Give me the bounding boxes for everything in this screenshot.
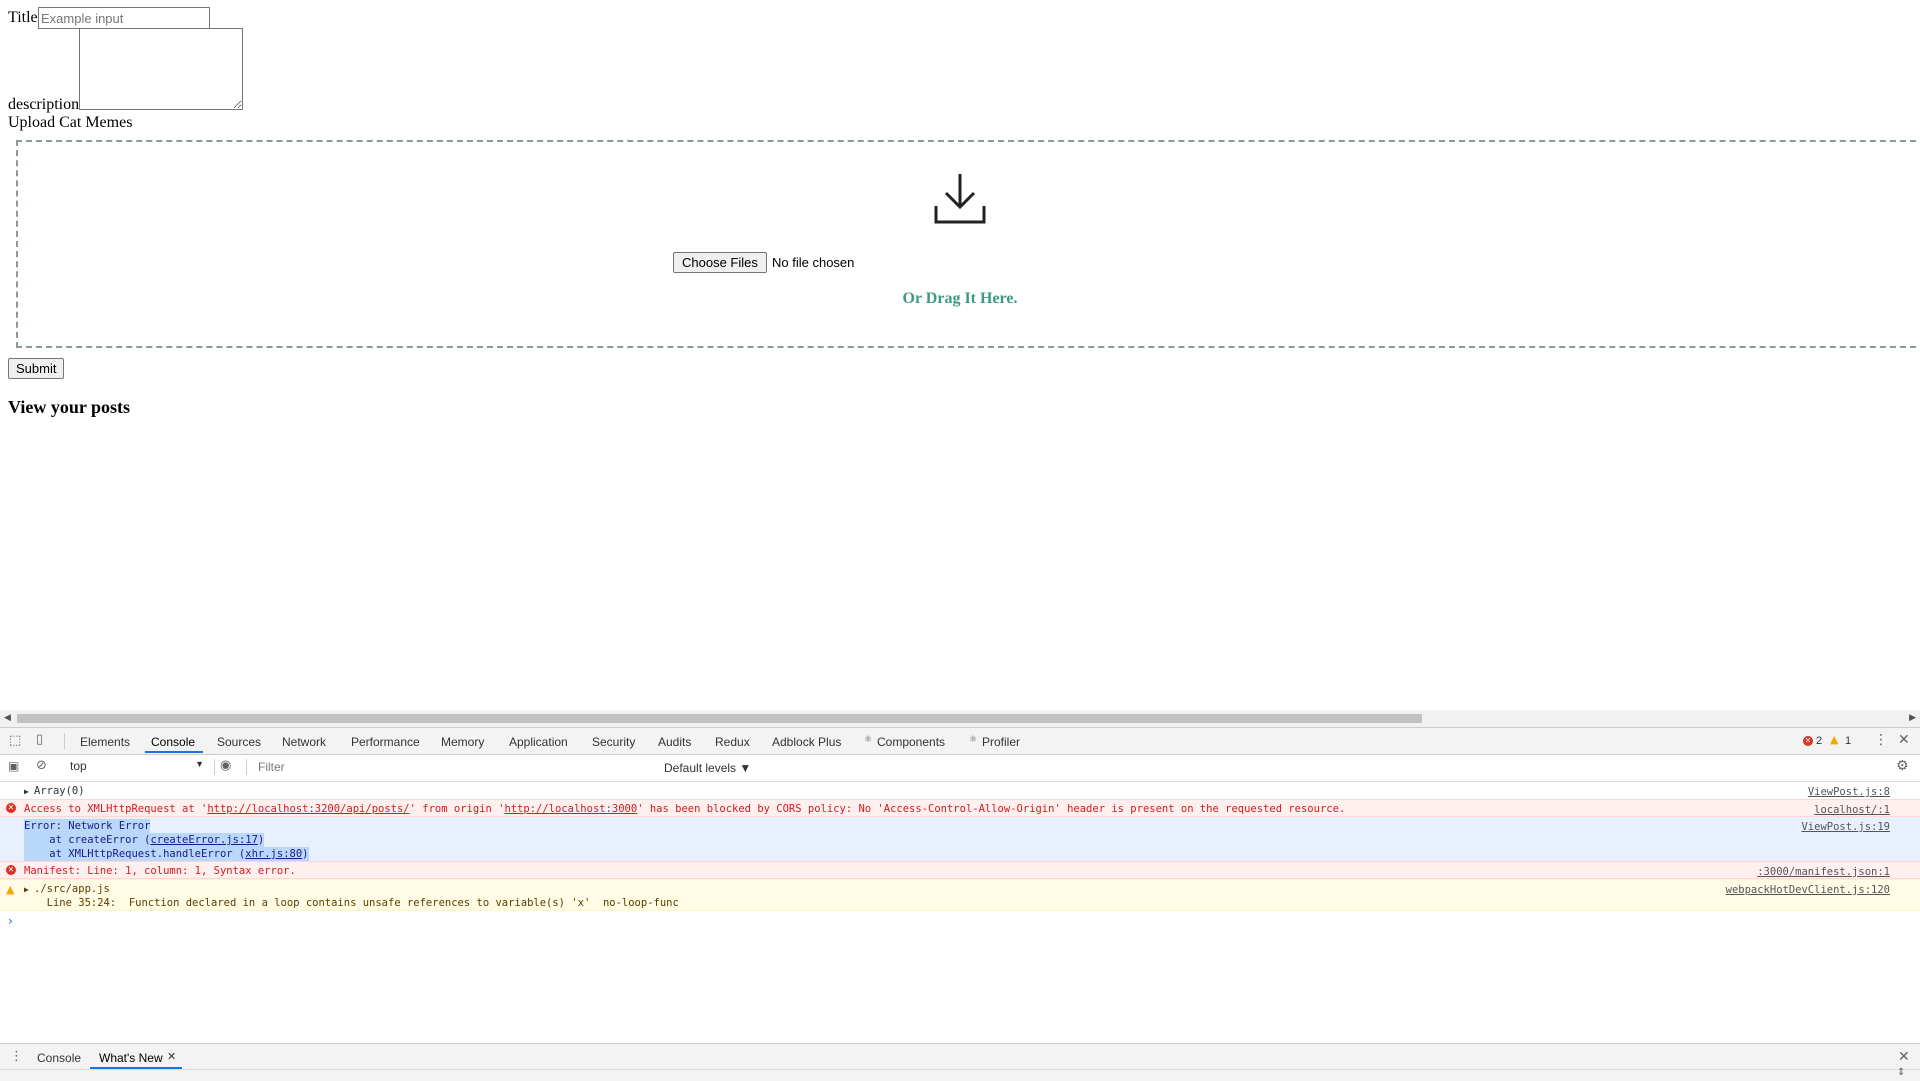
upload-label: Upload Cat Memes	[8, 114, 133, 131]
scroll-right-icon[interactable]: ▶	[1909, 713, 1916, 723]
tab-redux[interactable]: Redux	[715, 735, 750, 749]
close-devtools-icon[interactable]: ✕	[1898, 732, 1910, 748]
drawer-tab-console[interactable]: Console	[37, 1051, 81, 1065]
eye-icon[interactable]: ◉	[220, 758, 231, 773]
toolbar-divider	[214, 759, 215, 775]
drawer-resize-bar[interactable]: ⇕	[0, 1067, 1920, 1081]
message-source-link[interactable]: webpackHotDevClient.js:120	[1726, 883, 1890, 897]
tab-application[interactable]: Application	[509, 735, 568, 749]
tab-sources[interactable]: Sources	[217, 735, 261, 749]
toolbar-divider	[64, 733, 65, 749]
tab-memory[interactable]: Memory	[441, 735, 484, 749]
stack-line: at createError (createError.js:17)	[24, 833, 265, 847]
console-error-stack[interactable]: Error: Network Error at createError (cre…	[0, 817, 1920, 861]
tab-security[interactable]: Security	[592, 735, 635, 749]
scroll-left-icon[interactable]: ◀	[4, 713, 11, 723]
message-source-link[interactable]: localhost/:1	[1814, 803, 1890, 817]
description-textarea[interactable]	[79, 28, 243, 110]
toolbar-divider	[246, 759, 247, 775]
choose-files-button[interactable]: Choose Files	[673, 252, 767, 273]
view-posts-heading: View your posts	[8, 397, 131, 417]
tab-network[interactable]: Network	[282, 735, 326, 749]
context-selector[interactable]: top ▼	[70, 759, 204, 775]
log-levels-dropdown[interactable]: Default levels ▼	[664, 761, 751, 775]
settings-gear-icon[interactable]: ⚙	[1896, 758, 1909, 774]
error-icon: ✕	[6, 803, 16, 813]
tab-audits[interactable]: Audits	[658, 735, 691, 749]
stack-link[interactable]: createError.js:17	[150, 834, 257, 846]
expand-triangle-icon[interactable]: ▶	[24, 785, 29, 799]
tab-adblock-plus[interactable]: Adblock Plus	[772, 735, 841, 749]
error-icon: ✕	[6, 865, 16, 875]
more-options-icon[interactable]: ⋮	[10, 1049, 23, 1064]
expand-triangle-icon[interactable]: ▶	[24, 883, 29, 897]
close-drawer-icon[interactable]: ✕	[1898, 1049, 1910, 1065]
drag-hint-text: Or Drag It Here.	[902, 290, 1018, 307]
submit-button[interactable]: Submit	[8, 358, 65, 379]
console-error-message[interactable]: ✕ Manifest: Line: 1, column: 1, Syntax e…	[0, 861, 1920, 879]
chevron-down-icon: ▼	[195, 759, 204, 769]
description-label: description	[8, 96, 80, 113]
scrollbar-thumb[interactable]	[17, 714, 1422, 723]
file-status-text: No file chosen	[772, 255, 855, 270]
tab-components[interactable]: Components	[877, 735, 945, 749]
tab-performance[interactable]: Performance	[351, 735, 420, 749]
console-warning-message[interactable]: ▲ ▶ ./src/app.js Line 35:24: Function de…	[0, 879, 1920, 911]
more-options-icon[interactable]: ⋮	[1874, 732, 1888, 748]
stack-line: Error: Network Error	[24, 819, 151, 833]
context-value: top	[70, 759, 87, 773]
console-prompt-icon[interactable]: ›	[8, 914, 13, 928]
drawer-tab-whats-new[interactable]: What's New	[99, 1051, 163, 1065]
url-link[interactable]: http://localhost:3000	[504, 803, 637, 815]
devtools-tabbar: ⬚ ▯ Elements Console Sources Network Per…	[0, 728, 1920, 755]
inspect-element-icon[interactable]: ⬚	[9, 733, 21, 748]
sidebar-toggle-icon[interactable]: ▣	[8, 759, 19, 773]
devtools-panel: ⬚ ▯ Elements Console Sources Network Per…	[0, 727, 1920, 1081]
close-tab-icon[interactable]: ✕	[167, 1050, 176, 1063]
download-icon	[934, 174, 986, 224]
stack-line: at XMLHttpRequest.handleError (xhr.js:80…	[24, 847, 309, 861]
devtools-drawer-tabbar: ⋮ Console What's New ✕ ✕	[0, 1043, 1920, 1070]
active-tab-indicator	[145, 751, 203, 753]
console-toolbar: ▣ ⊘ top ▼ ◉ Default levels ▼ ⚙	[0, 755, 1920, 782]
tab-profiler[interactable]: Profiler	[982, 735, 1020, 749]
page-viewport: Title description Upload Cat Memes Choos…	[0, 0, 1920, 710]
error-count-icon[interactable]: ✕	[1803, 736, 1813, 746]
console-error-message[interactable]: ✕ Access to XMLHttpRequest at 'http://lo…	[0, 799, 1920, 817]
warning-count-icon[interactable]: ▲	[1830, 733, 1838, 746]
clear-console-icon[interactable]: ⊘	[36, 758, 47, 773]
message-source-link[interactable]: ViewPost.js:8	[1808, 785, 1890, 799]
message-text: Manifest: Line: 1, column: 1, Syntax err…	[24, 865, 296, 877]
filter-input[interactable]	[252, 758, 664, 776]
message-text: Array(0)	[34, 785, 85, 797]
tab-elements[interactable]: Elements	[80, 735, 130, 749]
message-text: Line 35:24: Function declared in a loop …	[34, 897, 679, 909]
message-text: Access to XMLHttpRequest at 'http://loca…	[24, 803, 1346, 815]
console-messages: ▶ Array(0) ViewPost.js:8 ✕ Access to XML…	[0, 782, 1920, 1042]
title-input[interactable]	[38, 7, 210, 29]
message-text: ./src/app.js	[34, 883, 110, 895]
horizontal-scrollbar[interactable]: ◀ ▶	[0, 710, 1920, 727]
message-source-link[interactable]: ViewPost.js:19	[1801, 820, 1890, 834]
message-source-link[interactable]: :3000/manifest.json:1	[1757, 865, 1890, 879]
react-icon: ⚛	[969, 735, 978, 745]
react-icon: ⚛	[864, 735, 873, 745]
stack-link[interactable]: xhr.js:80	[245, 848, 302, 860]
tab-console[interactable]: Console	[151, 735, 195, 749]
warning-count[interactable]: 1	[1845, 735, 1851, 747]
device-toolbar-icon[interactable]: ▯	[36, 732, 43, 747]
title-label: Title	[8, 9, 38, 26]
error-count[interactable]: 2	[1816, 735, 1822, 747]
console-message[interactable]: ▶ Array(0) ViewPost.js:8	[0, 782, 1920, 799]
url-link[interactable]: http://localhost:3200/api/posts/	[207, 803, 409, 815]
warning-icon: ▲	[6, 883, 15, 896]
resize-handle-icon[interactable]: ⇕	[1897, 1067, 1905, 1078]
